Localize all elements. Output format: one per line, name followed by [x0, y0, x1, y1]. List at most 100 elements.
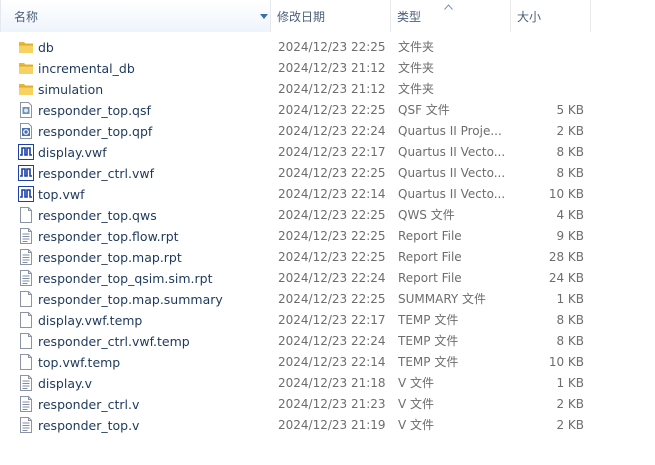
list-item[interactable]: incremental_db 2024/12/23 21:12 文件夹 [0, 58, 655, 79]
text-file-icon [18, 396, 34, 412]
list-item[interactable]: display.vwf 2024/12/23 22:17 Quartus II … [0, 142, 655, 163]
file-name: simulation [38, 82, 104, 97]
column-header-size[interactable]: 大小 [511, 0, 591, 32]
text-file-icon [18, 249, 34, 265]
file-name: responder_ctrl.v [38, 397, 140, 412]
file-size: 2 KB [556, 397, 584, 411]
file-date: 2024/12/23 21:12 [278, 61, 386, 75]
file-type: Quartus II Vecto... [398, 145, 506, 159]
file-date: 2024/12/23 22:14 [278, 355, 386, 369]
file-size: 1 KB [556, 376, 584, 390]
file-type: QWS 文件 [398, 208, 455, 222]
list-item[interactable]: simulation 2024/12/23 21:12 文件夹 [0, 79, 655, 100]
list-item[interactable]: db 2024/12/23 22:25 文件夹 [0, 37, 655, 58]
text-file-icon [18, 375, 34, 391]
file-type: QSF 文件 [398, 103, 450, 117]
list-item[interactable]: responder_ctrl.v 2024/12/23 21:23 V 文件 2… [0, 394, 655, 415]
settings-file-icon [18, 102, 34, 118]
column-header-size-label: 大小 [517, 9, 542, 24]
file-date: 2024/12/23 22:25 [278, 229, 386, 243]
file-name: display.vwf [38, 145, 107, 160]
list-item[interactable]: responder_top.v 2024/12/23 21:19 V 文件 2 … [0, 415, 655, 436]
list-item[interactable]: display.vwf.temp 2024/12/23 22:17 TEMP 文… [0, 310, 655, 331]
file-date: 2024/12/23 22:17 [278, 145, 386, 159]
list-item[interactable]: responder_ctrl.vwf 2024/12/23 22:25 Quar… [0, 163, 655, 184]
file-type: SUMMARY 文件 [398, 292, 487, 306]
column-header-name[interactable]: 名称 [0, 0, 271, 32]
file-date: 2024/12/23 22:25 [278, 166, 386, 180]
file-name: responder_top.qsf [38, 103, 151, 118]
folder-icon [18, 81, 34, 97]
list-item[interactable]: responder_top.qws 2024/12/23 22:25 QWS 文… [0, 205, 655, 226]
list-item[interactable]: responder_top.qpf 2024/12/23 22:24 Quart… [0, 121, 655, 142]
file-date: 2024/12/23 21:18 [278, 376, 386, 390]
file-name: responder_ctrl.vwf [38, 166, 154, 181]
file-size: 24 KB [548, 271, 584, 285]
file-name: responder_top.map.rpt [38, 250, 182, 265]
file-name: display.vwf.temp [38, 313, 143, 328]
file-date: 2024/12/23 22:25 [278, 40, 386, 54]
column-header-type-label: 类型 [397, 9, 422, 24]
file-size: 5 KB [556, 103, 584, 117]
waveform-icon [18, 165, 34, 181]
chevron-down-icon[interactable] [260, 14, 268, 19]
file-type: Quartus II Vecto... [398, 166, 506, 180]
file-size: 8 KB [556, 145, 584, 159]
list-item[interactable]: responder_ctrl.vwf.temp 2024/12/23 22:24… [0, 331, 655, 352]
file-type: V 文件 [398, 418, 435, 432]
file-name: db [38, 40, 54, 55]
file-name: display.v [38, 376, 92, 391]
file-type: Report File [398, 250, 462, 264]
file-type: V 文件 [398, 397, 435, 411]
quartus-project-icon [18, 123, 34, 139]
file-date: 2024/12/23 21:23 [278, 397, 386, 411]
file-size: 2 KB [556, 418, 584, 432]
file-date: 2024/12/23 21:12 [278, 82, 386, 96]
file-type: 文件夹 [398, 82, 435, 96]
file-date: 2024/12/23 22:24 [278, 271, 386, 285]
folder-icon [18, 39, 34, 55]
text-file-icon [18, 270, 34, 286]
file-name: responder_top.flow.rpt [38, 229, 179, 244]
blank-file-icon [18, 291, 34, 307]
list-item[interactable]: responder_top.flow.rpt 2024/12/23 22:25 … [0, 226, 655, 247]
folder-icon [18, 60, 34, 76]
file-type: Report File [398, 229, 462, 243]
file-date: 2024/12/23 22:25 [278, 250, 386, 264]
column-header-type[interactable]: 类型 [391, 0, 511, 32]
file-name: top.vwf [38, 187, 85, 202]
file-name: responder_top.qpf [38, 124, 153, 139]
list-item[interactable]: responder_top_qsim.sim.rpt 2024/12/23 22… [0, 268, 655, 289]
list-item[interactable]: display.v 2024/12/23 21:18 V 文件 1 KB [0, 373, 655, 394]
blank-file-icon [18, 333, 34, 349]
file-size: 1 KB [556, 292, 584, 306]
column-header-date[interactable]: 修改日期 [271, 0, 391, 32]
file-date: 2024/12/23 22:25 [278, 292, 386, 306]
file-size: 2 KB [556, 124, 584, 138]
list-item[interactable]: responder_top.qsf 2024/12/23 22:25 QSF 文… [0, 100, 655, 121]
list-item[interactable]: responder_top.map.rpt 2024/12/23 22:25 R… [0, 247, 655, 268]
file-size [510, 37, 584, 58]
file-size: 8 KB [556, 334, 584, 348]
file-date: 2024/12/23 22:25 [278, 208, 386, 222]
file-type: 文件夹 [398, 61, 435, 75]
file-date: 2024/12/23 22:14 [278, 187, 386, 201]
file-type: V 文件 [398, 376, 435, 390]
sort-ascending-icon [444, 4, 453, 10]
column-header-date-label: 修改日期 [277, 9, 326, 24]
waveform-icon [18, 144, 34, 160]
file-size: 28 KB [548, 250, 584, 264]
list-item[interactable]: responder_top.map.summary 2024/12/23 22:… [0, 289, 655, 310]
file-type: 文件夹 [398, 40, 435, 54]
file-name: responder_top.qws [38, 208, 157, 223]
file-date: 2024/12/23 21:19 [278, 418, 386, 432]
file-name: incremental_db [38, 61, 135, 76]
list-item[interactable]: top.vwf.temp 2024/12/23 22:14 TEMP 文件 10… [0, 352, 655, 373]
file-name: responder_ctrl.vwf.temp [38, 334, 190, 349]
file-date: 2024/12/23 22:25 [278, 103, 386, 117]
file-size: 9 KB [556, 229, 584, 243]
file-size [510, 79, 584, 100]
list-item[interactable]: top.vwf 2024/12/23 22:14 Quartus II Vect… [0, 184, 655, 205]
column-header-bar: 名称 修改日期 类型 大小 [0, 0, 655, 32]
file-size: 8 KB [556, 313, 584, 327]
